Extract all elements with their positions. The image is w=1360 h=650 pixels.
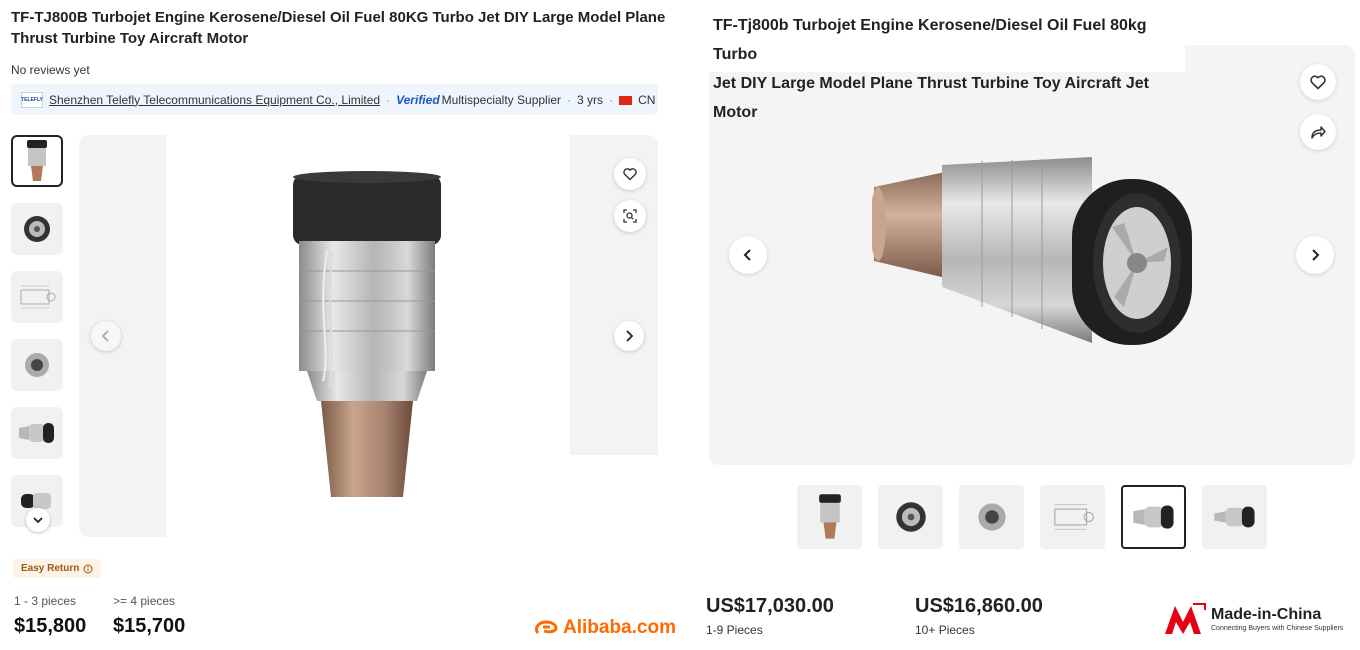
favorite-button[interactable] [1300,64,1336,100]
thumbnails-scroll-down-button[interactable] [26,508,50,532]
heart-icon [1310,75,1326,90]
alibaba-logo-text: Alibaba.com [563,617,676,638]
thumbnail-2[interactable] [878,485,943,549]
share-icon [1311,126,1326,139]
engine-side-thumb-icon [19,423,54,443]
chevron-left-icon [101,330,109,342]
tier-price: US$16,860.00 [915,595,1043,617]
thumbnail-4[interactable] [1040,485,1105,549]
price-tier-1: US$17,030.00 1-9 Pieces [706,595,834,637]
engine-vertical-thumb-icon [27,140,47,181]
chevron-right-icon [626,330,634,342]
china-flag-icon [619,96,633,105]
made-in-china-tagline: Connecting Buyers with Chinese Suppliers [1211,625,1344,632]
chevron-down-icon [33,517,43,524]
share-button[interactable] [1300,114,1336,150]
previous-image-button[interactable] [91,321,121,351]
image-search-button[interactable] [614,200,646,232]
engine-side-thumb-icon [1132,505,1174,529]
supplier-name-link[interactable]: Shenzhen Telefly Telecommunications Equi… [49,93,380,107]
tier-quantity: 1 - 3 pieces [14,594,77,608]
next-image-button[interactable] [1296,236,1334,274]
tier-quantity: 1-9 Pieces [706,623,763,637]
price-tier-2: US$16,860.00 10+ Pieces [915,595,1043,637]
image-search-icon [623,209,637,223]
easy-return-label: Easy Return [21,563,80,574]
engine-vertical-thumb-icon [818,494,841,539]
main-product-image [79,135,658,537]
supplier-country: CN [638,92,656,107]
tier-quantity: 10+ Pieces [915,623,975,637]
separator-dot: · [609,92,614,107]
engine-vertical-image [293,171,441,497]
product-title: TF-TJ800B Turbojet Engine Kerosene/Diese… [11,9,666,47]
tier-price: $15,700 [113,615,186,637]
tier-quantity: >= 4 pieces [113,594,176,608]
engine-nozzle-thumb-icon [25,353,49,377]
supplier-years: 3 yrs [577,92,604,107]
alibaba-mark-icon [534,620,558,635]
favorite-button[interactable] [614,158,646,190]
thumbnail-3[interactable] [11,271,63,323]
separator-dot: · [567,92,572,107]
supplier-type: Multispecialty Supplier [441,92,562,107]
made-in-china-mark-icon [1165,603,1206,634]
separator-dot: · [386,92,391,107]
made-in-china-logo: Made-in-China Connecting Buyers with Chi… [1163,602,1343,636]
thumbnail-5[interactable] [1121,485,1186,549]
info-icon [83,564,93,573]
engine-drawing-thumb-icon [20,285,56,309]
tier-price: US$17,030.00 [706,595,834,617]
made-in-china-logo-text: Made-in-China [1211,606,1322,623]
supplier-logo: TELEFLY [21,91,43,108]
next-image-button[interactable] [614,321,644,351]
made-in-china-listing: TF-Tj800b Turbojet Engine Kerosene/Diese… [680,0,1360,650]
product-title: TF-Tj800b Turbojet Engine Kerosene/Diese… [713,11,1183,127]
product-title-line-2: Jet DIY Large Model Plane Thrust Turbine… [713,75,1149,121]
alibaba-listing: TF-TJ800B Turbojet Engine Kerosene/Diese… [0,0,680,650]
alibaba-logo: Alibaba.com [534,617,676,639]
engine-side-image [872,157,1192,345]
engine-rear-thumb-icon [1213,506,1255,528]
thumbnail-1[interactable] [797,485,862,549]
thumbnail-1[interactable] [11,135,63,187]
easy-return-badge[interactable]: Easy Return [13,559,102,578]
engine-front-thumb-icon [24,216,50,242]
verified-badge[interactable]: Verified [396,93,440,107]
engine-front-thumb-icon [895,502,926,532]
thumbnail-4[interactable] [11,339,63,391]
price-tier-1: 1 - 3 pieces $15,800 [14,594,86,638]
chevron-left-icon [743,249,751,261]
reviews-count: No reviews yet [11,63,90,77]
chevron-right-icon [1312,249,1320,261]
engine-drawing-thumb-icon [1053,503,1094,531]
thumbnail-3[interactable] [959,485,1024,549]
engine-nozzle-thumb-icon [977,503,1006,531]
product-title-line-1: TF-Tj800b Turbojet Engine Kerosene/Diese… [713,17,1147,63]
supplier-bar: TELEFLY Shenzhen Telefly Telecommunicati… [11,84,658,115]
previous-image-button[interactable] [729,236,767,274]
thumbnail-list [11,135,63,543]
price-tier-2: >= 4 pieces $15,700 [113,594,185,638]
thumbnail-2[interactable] [11,203,63,255]
heart-icon [623,168,637,181]
thumbnail-5[interactable] [11,407,63,459]
tier-price: $15,800 [14,615,87,637]
thumbnail-6[interactable] [1202,485,1267,549]
thumbnail-strip [797,485,1267,549]
